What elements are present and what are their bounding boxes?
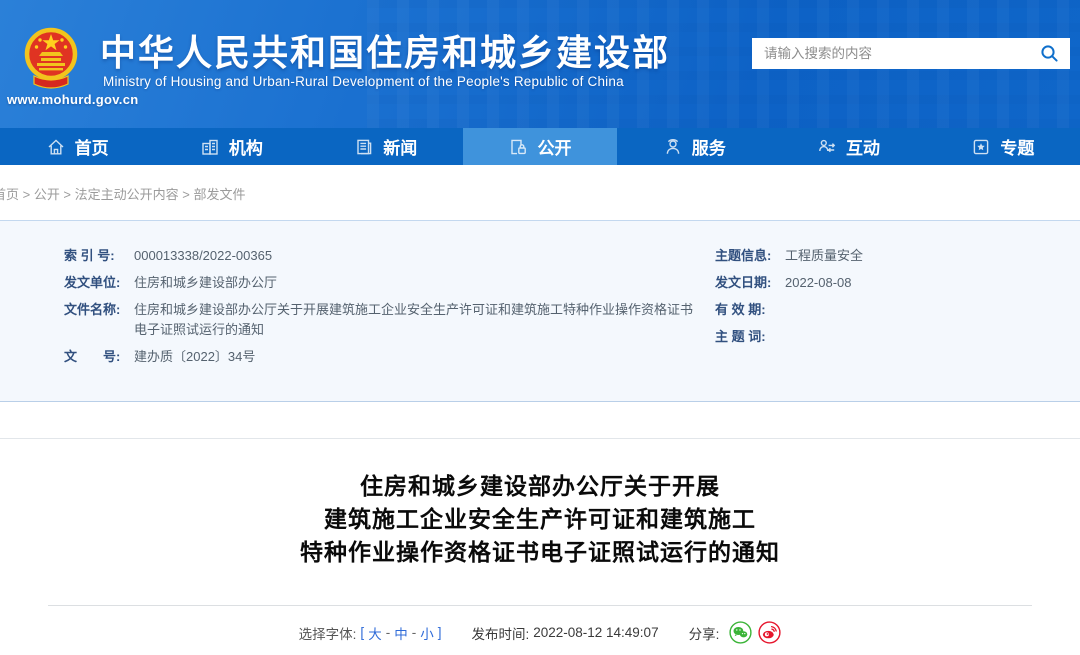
meta-label: 发文日期: xyxy=(715,273,777,293)
weibo-share-icon[interactable] xyxy=(758,621,781,644)
share-label: 分享: xyxy=(689,623,720,643)
service-icon xyxy=(663,137,683,157)
search-input[interactable] xyxy=(764,46,1040,61)
dash: - xyxy=(412,625,417,640)
nav-label: 公开 xyxy=(537,134,571,159)
search-box[interactable] xyxy=(752,38,1070,69)
meta-value: 住房和城乡建设部办公厅关于开展建筑施工企业安全生产许可证和建筑施工特种作业操作资… xyxy=(134,300,700,340)
disclosure-icon xyxy=(508,137,528,157)
nav-item-topics[interactable]: 专题 xyxy=(926,128,1080,165)
article-title: 住房和城乡建设部办公厅关于开展 建筑施工企业安全生产许可证和建筑施工 特种作业操… xyxy=(0,470,1080,569)
font-select-label: 选择字体: xyxy=(299,623,357,643)
nav-label: 首页 xyxy=(75,134,109,159)
divider xyxy=(0,438,1080,439)
share-icons xyxy=(729,621,781,644)
nav-label: 专题 xyxy=(1000,134,1034,159)
interaction-icon xyxy=(817,137,837,157)
meta-column-left: 索 引 号: 000013338/2022-00365 发文单位: 住房和城乡建… xyxy=(0,246,700,401)
meta-value: 住房和城乡建设部办公厅 xyxy=(134,273,277,293)
nav-label: 新闻 xyxy=(383,134,417,159)
meta-value: 建办质〔2022〕34号 xyxy=(134,347,255,367)
meta-row-validity: 有 效 期: xyxy=(715,300,1080,320)
search-icon[interactable] xyxy=(1040,44,1060,64)
meta-row-issuing-unit: 发文单位: 住房和城乡建设部办公厅 xyxy=(64,273,700,293)
nav-label: 机构 xyxy=(229,134,263,159)
meta-label: 主 题 词: xyxy=(715,327,777,347)
bracket-open: [ xyxy=(360,625,364,640)
news-icon xyxy=(354,137,374,157)
wechat-share-icon[interactable] xyxy=(729,621,752,644)
meta-value: 工程质量安全 xyxy=(785,246,863,266)
article-title-line3: 特种作业操作资格证书电子证照试运行的通知 xyxy=(0,536,1080,569)
main-nav: 首页 机构 新闻 公开 服务 xyxy=(0,128,1080,165)
font-size-medium-button[interactable]: 中 xyxy=(394,623,408,643)
meta-label: 有 效 期: xyxy=(715,300,777,320)
nav-label: 互动 xyxy=(846,134,880,159)
nav-item-service[interactable]: 服务 xyxy=(617,128,771,165)
nav-item-organization[interactable]: 机构 xyxy=(154,128,308,165)
meta-row-document-name: 文件名称: 住房和城乡建设部办公厅关于开展建筑施工企业安全生产许可证和建筑施工特… xyxy=(64,300,700,340)
organization-icon xyxy=(200,137,220,157)
meta-row-topic-info: 主题信息: 工程质量安全 xyxy=(715,246,1080,266)
bracket-close: ] xyxy=(438,625,442,640)
meta-row-keywords: 主 题 词: xyxy=(715,327,1080,347)
home-icon xyxy=(46,137,66,157)
meta-label: 发文单位: xyxy=(64,273,126,293)
publish-time-value: 2022-08-12 14:49:07 xyxy=(533,625,658,640)
font-size-large-button[interactable]: 大 xyxy=(368,623,382,643)
nav-item-news[interactable]: 新闻 xyxy=(309,128,463,165)
document-meta-panel: 索 引 号: 000013338/2022-00365 发文单位: 住房和城乡建… xyxy=(0,220,1080,402)
meta-value: 2022-08-08 xyxy=(785,273,852,293)
national-emblem-icon xyxy=(24,24,78,97)
article-toolbar: 选择字体: [ 大 - 中 - 小 ] 发布时间: 2022-08-12 14:… xyxy=(0,621,1080,644)
dash: - xyxy=(386,625,391,640)
meta-label: 文件名称: xyxy=(64,300,126,340)
nav-item-home[interactable]: 首页 xyxy=(0,128,154,165)
divider xyxy=(48,605,1032,606)
meta-label: 文 号: xyxy=(64,347,126,367)
font-size-small-button[interactable]: 小 xyxy=(420,623,434,643)
breadcrumb[interactable]: 首页 > 公开 > 法定主动公开内容 > 部发文件 xyxy=(0,165,1080,203)
publish-time-label: 发布时间: xyxy=(471,623,529,643)
breadcrumb-section: 首页 > 公开 > 法定主动公开内容 > 部发文件 xyxy=(0,165,1080,220)
site-subtitle-en: Ministry of Housing and Urban-Rural Deve… xyxy=(103,74,624,89)
meta-column-right: 主题信息: 工程质量安全 发文日期: 2022-08-08 有 效 期: 主 题… xyxy=(700,246,1080,401)
meta-row-issue-date: 发文日期: 2022-08-08 xyxy=(715,273,1080,293)
meta-value: 000013338/2022-00365 xyxy=(134,246,272,266)
topics-icon xyxy=(971,137,991,157)
site-header: www.mohurd.gov.cn 中华人民共和国住房和城乡建设部 Minist… xyxy=(0,0,1080,128)
nav-item-disclosure[interactable]: 公开 xyxy=(463,128,617,165)
article-title-line2: 建筑施工企业安全生产许可证和建筑施工 xyxy=(0,503,1080,536)
nav-item-interaction[interactable]: 互动 xyxy=(771,128,925,165)
nav-label: 服务 xyxy=(692,134,726,159)
site-url: www.mohurd.gov.cn xyxy=(7,92,139,107)
meta-label: 主题信息: xyxy=(715,246,777,266)
meta-row-index-number: 索 引 号: 000013338/2022-00365 xyxy=(64,246,700,266)
meta-label: 索 引 号: xyxy=(64,246,126,266)
article-title-line1: 住房和城乡建设部办公厅关于开展 xyxy=(0,470,1080,503)
site-title: 中华人民共和国住房和城乡建设部 xyxy=(100,24,670,76)
meta-row-document-number: 文 号: 建办质〔2022〕34号 xyxy=(64,347,700,367)
